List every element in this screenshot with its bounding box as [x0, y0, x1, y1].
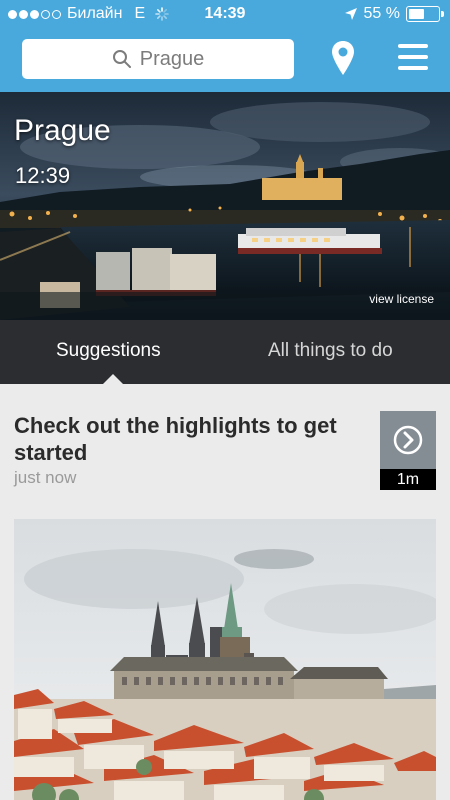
- hero-local-time: 12:39: [15, 163, 71, 188]
- card-title[interactable]: Check out the highlights to get started: [14, 412, 364, 466]
- tab-all-things-to-do[interactable]: All things to do: [268, 340, 393, 362]
- search-field[interactable]: Prague: [22, 39, 294, 79]
- search-icon: [112, 50, 131, 68]
- status-bar: Билайн E 14:39 55 %: [0, 0, 450, 30]
- location-arrow-icon: [344, 8, 357, 20]
- map-pin-icon[interactable]: [330, 40, 356, 76]
- tab-suggestions[interactable]: Suggestions: [56, 340, 161, 362]
- search-input-value[interactable]: Prague: [140, 48, 205, 71]
- play-circle-icon: [393, 425, 423, 455]
- card-timestamp: just now: [14, 468, 77, 487]
- top-bar: Билайн E 14:39 55 % Prague: [0, 0, 450, 92]
- highlight-photo[interactable]: [14, 519, 436, 800]
- active-tab-indicator: [103, 374, 123, 384]
- tab-bar: Suggestions All things to do: [0, 320, 450, 384]
- battery-icon: [406, 6, 444, 22]
- video-duration: 1m: [380, 469, 436, 490]
- prague-castle-photo: [14, 519, 436, 800]
- view-license-link[interactable]: view license: [369, 292, 434, 306]
- status-right: 55 %: [344, 5, 444, 23]
- menu-icon[interactable]: [398, 44, 428, 70]
- hero-city-name: Prague: [14, 114, 111, 147]
- play-button[interactable]: [380, 411, 436, 469]
- battery-fill: [409, 9, 424, 19]
- hero-image[interactable]: Prague 12:39 view license: [0, 92, 450, 320]
- battery-percent: 55 %: [363, 5, 400, 22]
- video-badge[interactable]: 1m: [380, 411, 436, 490]
